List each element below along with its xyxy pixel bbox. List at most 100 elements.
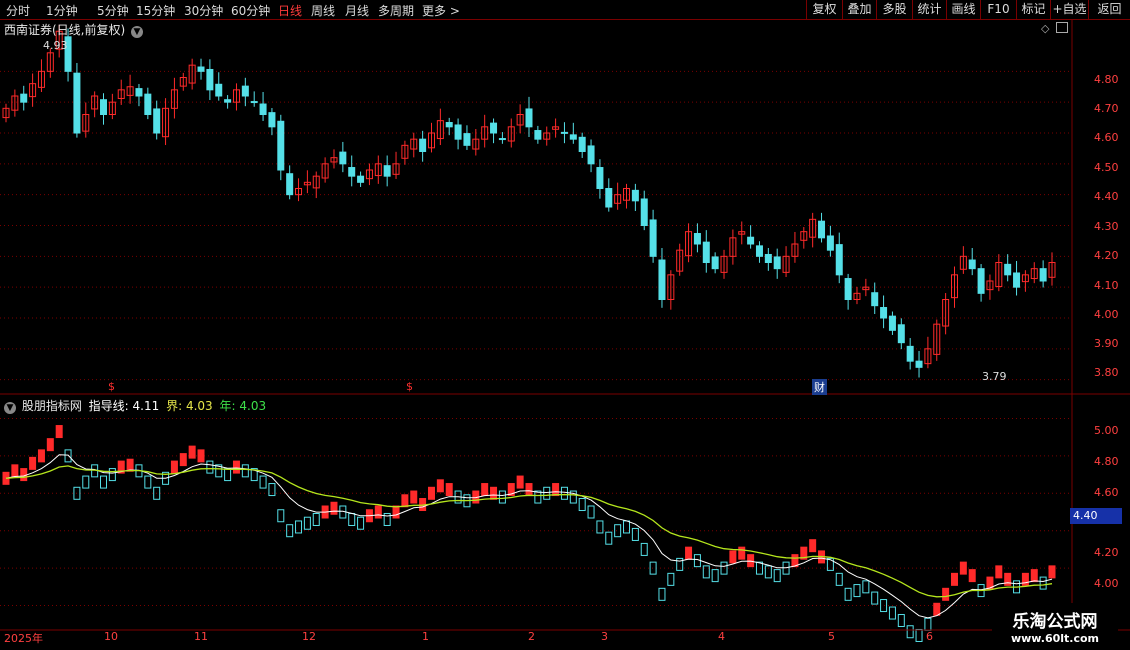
candle-body <box>498 138 506 141</box>
chevron-down-icon[interactable]: ▼ <box>4 402 16 414</box>
indicator-bar <box>126 458 134 472</box>
price-tick: 4.70 <box>1094 102 1119 115</box>
candle-body <box>277 120 285 171</box>
candle-body <box>871 292 879 307</box>
candle-body <box>241 85 249 97</box>
candle-body <box>419 138 427 153</box>
indicator-bar <box>170 460 178 474</box>
indicator-tick: 4.00 <box>1094 577 1119 590</box>
indicator-tick: 5.00 <box>1094 424 1119 437</box>
date-label: 1 <box>422 630 429 643</box>
candle-body <box>915 360 923 368</box>
indicator-bar <box>206 460 214 474</box>
candle-body <box>534 130 542 140</box>
indicator-bar <box>277 509 285 523</box>
price-tick: 4.60 <box>1094 131 1119 144</box>
candle-body <box>747 236 755 245</box>
finance-marker[interactable]: 财 <box>812 379 827 395</box>
candle-body <box>649 219 657 257</box>
indicator-bar <box>20 468 28 482</box>
diamond-icon[interactable]: ◇ <box>1041 22 1049 35</box>
candle-body <box>135 88 143 97</box>
date-label: 12 <box>302 630 316 643</box>
price-tick: 4.00 <box>1094 308 1119 321</box>
indicator-bar <box>357 516 365 530</box>
price-tick: 4.80 <box>1094 73 1119 86</box>
candle-body <box>844 278 852 300</box>
window-icon[interactable] <box>1056 22 1068 33</box>
indicator-tick: 4.60 <box>1094 486 1119 499</box>
candle-body <box>560 131 568 134</box>
stock-title: 西南证券(日线,前复权) <box>4 23 126 37</box>
indicator-header: ▼ 股朋指标网 指导线: 4.11 界: 4.03 年: 4.03 <box>4 397 266 414</box>
indicator-bar <box>552 483 560 497</box>
date-label: 2 <box>528 630 535 643</box>
chevron-down-icon[interactable]: ▼ <box>131 26 144 38</box>
indicator-bar <box>144 475 152 489</box>
candle-body <box>658 259 666 300</box>
indicator-bar <box>232 460 240 474</box>
date-label: 5 <box>828 630 835 643</box>
boundary-value: 4.03 <box>185 399 213 413</box>
indicator-bar <box>481 483 489 497</box>
indicator-bar <box>835 572 843 586</box>
candle-body <box>818 220 826 239</box>
date-label: 2025年 <box>4 632 43 645</box>
indicator-bar <box>950 572 958 586</box>
candle-body <box>286 173 294 196</box>
year-label: 年: <box>219 399 236 413</box>
candle-body <box>640 198 648 227</box>
candle-body <box>73 72 81 134</box>
candle-body <box>587 145 595 165</box>
candle-body <box>100 99 108 115</box>
indicator-bar <box>286 524 294 538</box>
indicator-bar <box>631 527 639 541</box>
indicator-bar <box>685 546 693 560</box>
candle-body <box>835 244 843 276</box>
indicator-bar <box>596 520 604 534</box>
indicator-bar <box>259 475 267 489</box>
candle-body <box>454 124 462 140</box>
indicator-name: 股朋指标网 <box>21 399 82 413</box>
indicator-bar <box>897 614 905 628</box>
indicator-bar <box>303 516 311 530</box>
indicator-bar <box>658 587 666 601</box>
candle-body <box>702 241 710 263</box>
indicator-bar <box>640 542 648 556</box>
chart-canvas[interactable] <box>0 0 1130 650</box>
guide-line-value: 4.11 <box>132 399 160 413</box>
event-marker[interactable]: $ <box>406 380 413 393</box>
indicator-bar <box>880 599 888 613</box>
indicator-bar <box>436 479 444 493</box>
boundary-label: 界: <box>166 399 183 413</box>
indicator-bar <box>241 464 249 478</box>
indicator-tick: 4.80 <box>1094 455 1119 468</box>
candle-body <box>259 103 267 116</box>
indicator-bar <box>942 587 950 601</box>
candle-body <box>569 134 577 140</box>
indicator-bar <box>862 580 870 594</box>
indicator-bar <box>915 628 923 642</box>
indicator-bar <box>55 425 63 439</box>
indicator-bar <box>773 569 781 583</box>
indicator-bar <box>1039 576 1047 590</box>
candle-body <box>463 133 471 146</box>
indicator-bar <box>844 587 852 601</box>
chart-title: 西南证券(日线,前复权) ▼ <box>4 21 144 38</box>
indicator-bar <box>330 501 338 515</box>
candle-body <box>348 167 356 177</box>
indicator-bar <box>427 486 435 500</box>
indicator-tick: 4.20 <box>1094 546 1119 559</box>
indicator-bar <box>401 494 409 508</box>
candle-body <box>1013 272 1021 288</box>
candle-body <box>144 93 152 116</box>
event-marker[interactable]: $ <box>108 380 115 393</box>
date-label: 3 <box>601 630 608 643</box>
indicator-bar <box>729 550 737 564</box>
candle-body <box>250 101 258 104</box>
indicator-bar <box>525 483 533 497</box>
candle-body <box>968 259 976 270</box>
indicator-bar <box>268 483 276 497</box>
indicator-bar <box>587 505 595 519</box>
price-tick: 4.10 <box>1094 279 1119 292</box>
